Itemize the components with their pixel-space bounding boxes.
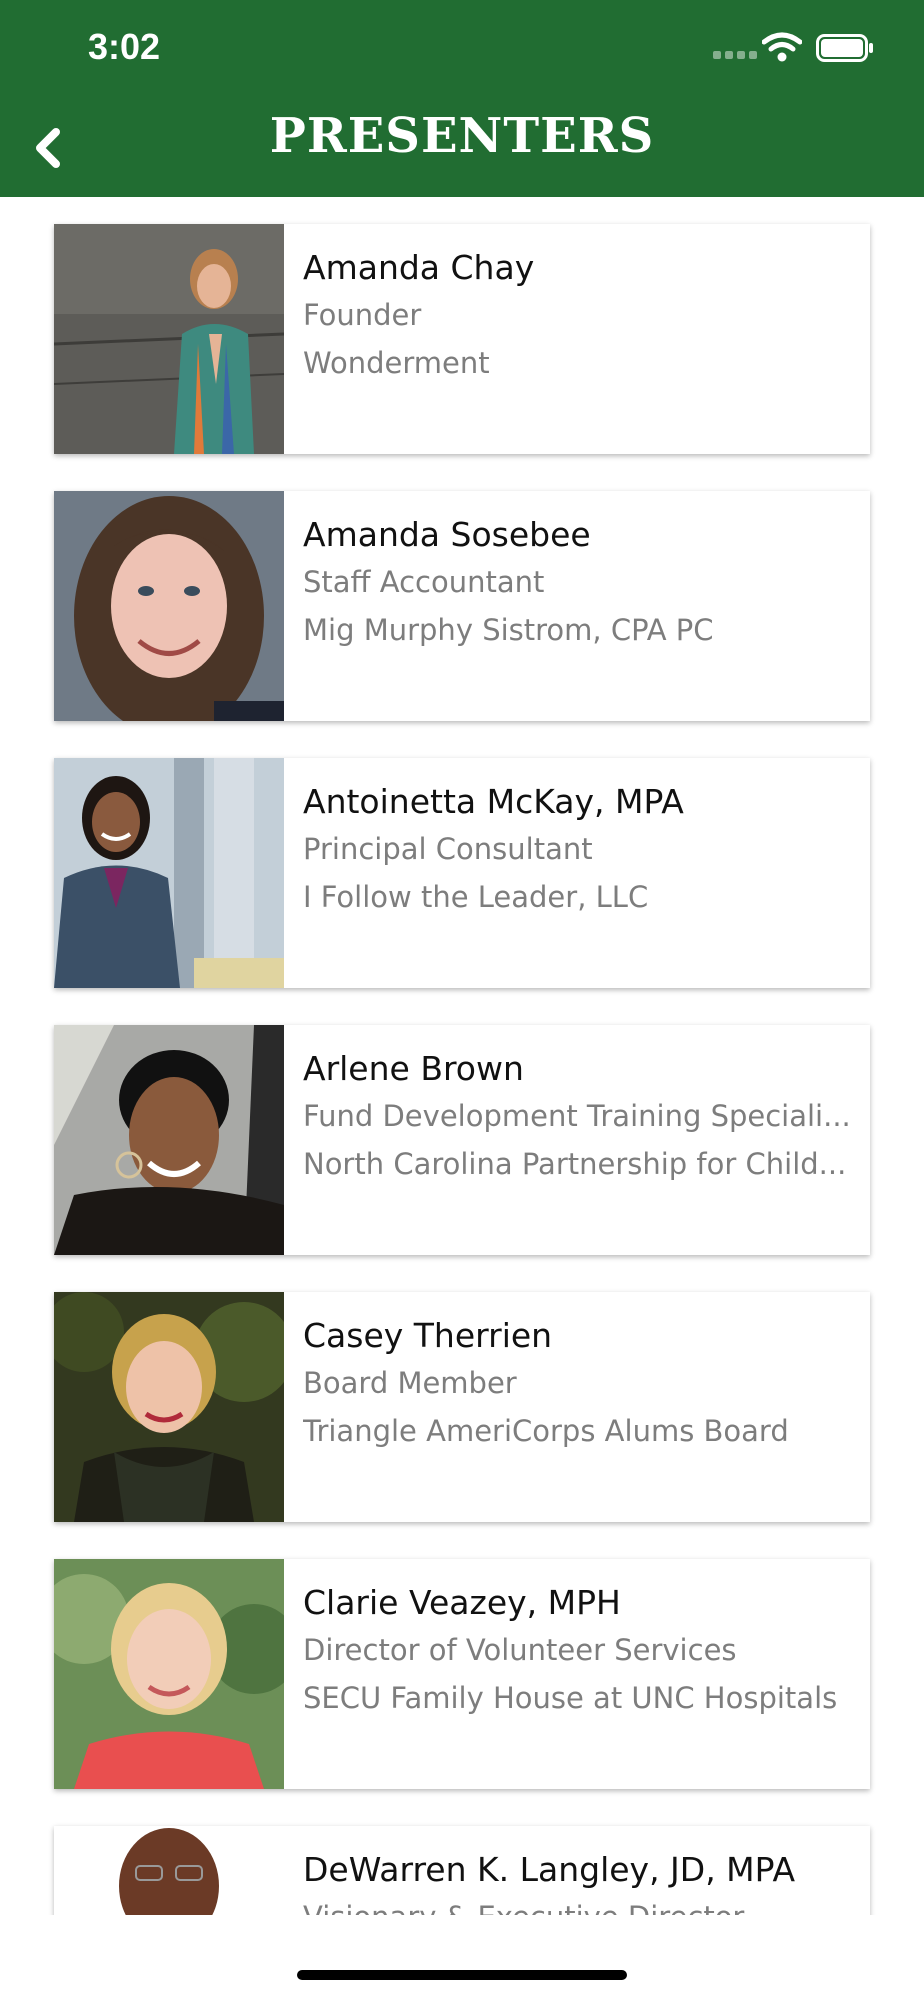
presenter-card[interactable]: Clarie Veazey, MPH Director of Volunteer…	[54, 1559, 870, 1789]
home-indicator[interactable]	[297, 1970, 627, 1980]
presenter-photo	[54, 1826, 284, 1915]
battery-icon	[816, 34, 873, 62]
presenter-role: Founder	[303, 298, 422, 332]
presenter-name: Clarie Veazey, MPH	[303, 1583, 621, 1622]
presenter-role: Visionary & Executive Director	[303, 1900, 853, 1915]
presenter-photo	[54, 224, 284, 454]
presenter-organization: Wonderment	[303, 346, 490, 380]
presenter-card[interactable]: Antoinetta McKay, MPA Principal Consulta…	[54, 758, 870, 988]
cellular-signal-icon	[713, 51, 757, 61]
presenter-organization: Mig Murphy Sistrom, CPA PC	[303, 613, 714, 647]
presenter-card[interactable]: Amanda Chay Founder Wonderment	[54, 224, 870, 454]
presenter-card[interactable]: Casey Therrien Board Member Triangle Ame…	[54, 1292, 870, 1522]
presenter-role: Staff Accountant	[303, 565, 545, 599]
presenter-organization: SECU Family House at UNC Hospitals	[303, 1681, 838, 1715]
presenter-organization: North Carolina Partnership for Child...	[303, 1147, 847, 1181]
app-header: 3:02 PRESENTERS	[0, 0, 924, 197]
presenter-list[interactable]: Amanda Chay Founder Wonderment Amanda So…	[0, 197, 924, 1915]
presenter-name: DeWarren K. Langley, JD, MPA	[303, 1850, 796, 1889]
presenter-photo	[54, 1559, 284, 1789]
presenter-card[interactable]: DeWarren K. Langley, JD, MPA Visionary &…	[54, 1826, 870, 1915]
presenter-name: Casey Therrien	[303, 1316, 553, 1355]
presenter-role: Director of Volunteer Services	[303, 1633, 737, 1667]
presenter-name: Antoinetta McKay, MPA	[303, 782, 684, 821]
presenter-photo	[54, 491, 284, 721]
presenter-photo	[54, 758, 284, 988]
wifi-icon	[762, 32, 802, 62]
presenter-card[interactable]: Arlene Brown Fund Development Training S…	[54, 1025, 870, 1255]
status-time: 3:02	[88, 26, 161, 67]
presenter-organization: Triangle AmeriCorps Alums Board	[303, 1414, 789, 1448]
presenter-name: Amanda Chay	[303, 248, 535, 287]
presenter-card[interactable]: Amanda Sosebee Staff Accountant Mig Murp…	[54, 491, 870, 721]
presenter-role: Principal Consultant	[303, 832, 593, 866]
presenter-name: Arlene Brown	[303, 1049, 524, 1088]
presenter-name: Amanda Sosebee	[303, 515, 591, 554]
page-title: PRESENTERS	[269, 108, 655, 164]
presenter-organization: I Follow the Leader, LLC	[303, 880, 649, 914]
presenter-photo	[54, 1292, 284, 1522]
presenter-role: Fund Development Training Speciali...	[303, 1099, 851, 1133]
presenter-photo	[54, 1025, 284, 1255]
presenter-role: Board Member	[303, 1366, 517, 1400]
